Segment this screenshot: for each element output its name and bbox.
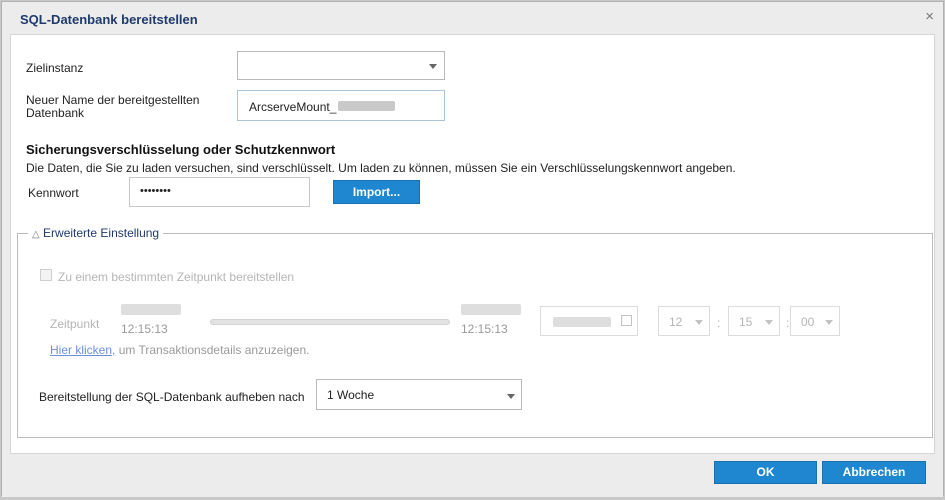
hour-select[interactable]: 12	[658, 306, 710, 336]
dismount-period-select[interactable]: 1 Woche	[316, 379, 522, 410]
time-slider[interactable]	[210, 319, 450, 325]
advanced-settings-legend: Erweiterte Einstellung	[43, 226, 160, 240]
target-instance-select[interactable]	[237, 51, 445, 80]
new-db-name-value: ArcserveMount_	[249, 100, 337, 114]
import-button[interactable]: Import...	[333, 180, 420, 204]
hour-value: 12	[669, 315, 683, 329]
close-icon[interactable]: ×	[925, 8, 934, 25]
collapse-triangle-icon: △	[32, 229, 40, 240]
chevron-down-icon	[507, 394, 515, 399]
date-picker[interactable]	[540, 306, 638, 336]
new-db-name-label-line2: Datenbank	[26, 106, 85, 120]
dialog-footer: OK Abbrechen	[2, 454, 943, 497]
zeitpunkt-label: Zeitpunkt	[50, 317, 100, 331]
redacted-end-date	[461, 304, 521, 315]
dialog-title: SQL-Datenbank bereitstellen	[20, 12, 198, 27]
advanced-settings-group: △ Erweiterte Einstellung Zu einem bestim…	[17, 226, 933, 438]
transaction-details-link[interactable]: Hier klicken,	[50, 343, 115, 357]
time-separator-1: :	[717, 316, 721, 330]
password-label: Kennwort	[28, 186, 79, 200]
chevron-down-icon	[765, 320, 773, 325]
encryption-description: Die Daten, die Sie zu laden versuchen, s…	[26, 161, 736, 175]
dialog-titlebar: SQL-Datenbank bereitstellen ×	[2, 2, 943, 34]
time-separator-2: :	[786, 316, 790, 330]
dismount-label: Bereitstellung der SQL-Datenbank aufhebe…	[39, 390, 305, 404]
point-in-time-checkbox[interactable]	[40, 269, 52, 281]
minute-value: 15	[739, 315, 753, 329]
chevron-down-icon	[695, 320, 703, 325]
target-instance-label: Zielinstanz	[26, 61, 84, 75]
chevron-down-icon	[825, 320, 833, 325]
cancel-button[interactable]: Abbrechen	[822, 461, 926, 484]
new-db-name-input[interactable]: ArcserveMount_	[237, 90, 445, 121]
second-select[interactable]: 00	[790, 306, 840, 336]
slider-start-time: 12:15:13	[121, 322, 168, 336]
advanced-settings-toggle[interactable]: △ Erweiterte Einstellung	[28, 226, 164, 240]
mount-sql-database-dialog: SQL-Datenbank bereitstellen × Zielinstan…	[1, 1, 944, 497]
point-in-time-label: Zu einem bestimmten Zeitpunkt bereitstel…	[58, 270, 295, 284]
redacted-name-suffix	[338, 101, 395, 111]
transaction-details-line: Hier klicken, um Transaktionsdetails anz…	[50, 343, 309, 357]
password-input[interactable]: ••••••••	[129, 177, 310, 207]
second-value: 00	[801, 315, 815, 329]
redacted-date-value	[553, 317, 611, 327]
transaction-details-suffix: um Transaktionsdetails anzuzeigen.	[115, 343, 310, 357]
dialog-content: Zielinstanz Neuer Name der bereitgestell…	[10, 34, 935, 454]
chevron-down-icon	[429, 64, 437, 69]
dismount-period-value: 1 Woche	[327, 388, 375, 402]
new-db-name-label-line1: Neuer Name der bereitgestellten	[26, 93, 200, 107]
encryption-heading: Sicherungsverschlüsselung oder Schutzken…	[26, 142, 336, 157]
calendar-icon	[621, 315, 632, 326]
minute-select[interactable]: 15	[728, 306, 780, 336]
redacted-start-date	[121, 304, 181, 315]
slider-end-time: 12:15:13	[461, 322, 508, 336]
password-value: ••••••••	[140, 185, 171, 197]
ok-button[interactable]: OK	[714, 461, 817, 484]
